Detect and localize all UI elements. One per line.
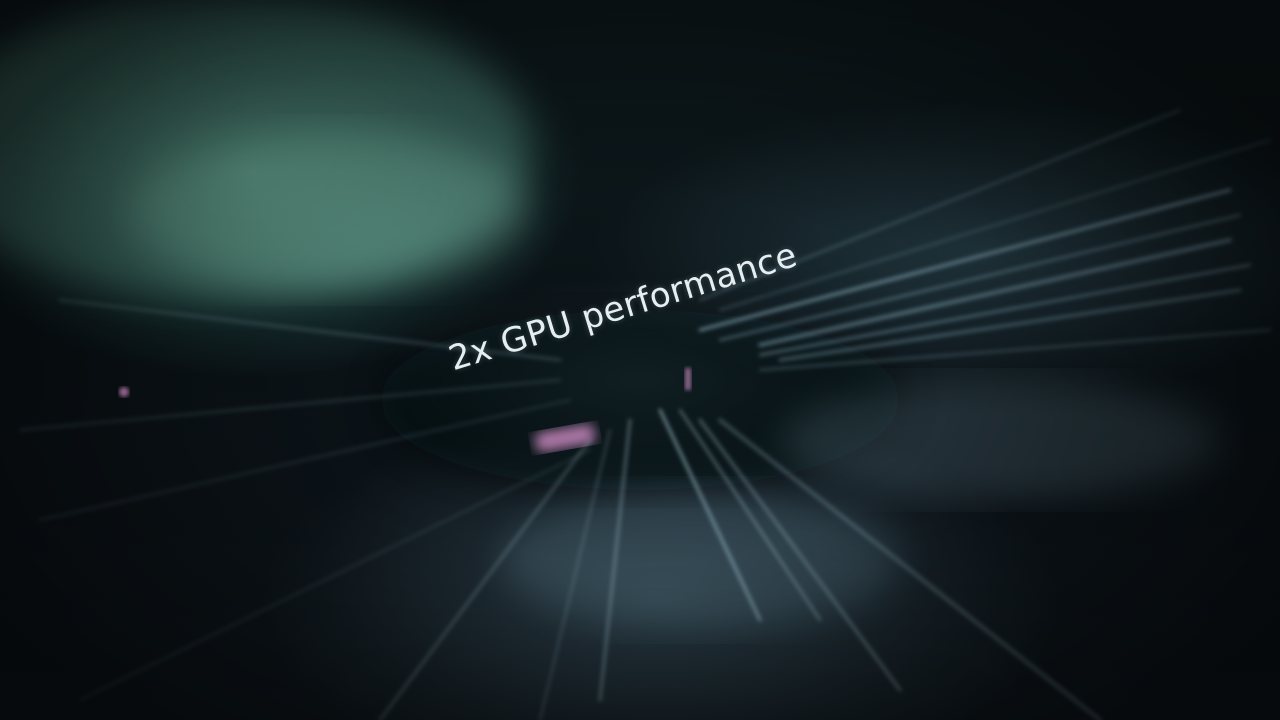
pink-light-strip: [685, 368, 691, 390]
right-glow: [780, 380, 1220, 500]
motion-blur-scene: 2x GPU performance: [0, 0, 1280, 720]
light-streaks: [0, 0, 1271, 720]
pink-light-dot-left: [119, 387, 129, 397]
road-glow: [500, 490, 900, 630]
teal-cloud-core: [130, 130, 530, 290]
